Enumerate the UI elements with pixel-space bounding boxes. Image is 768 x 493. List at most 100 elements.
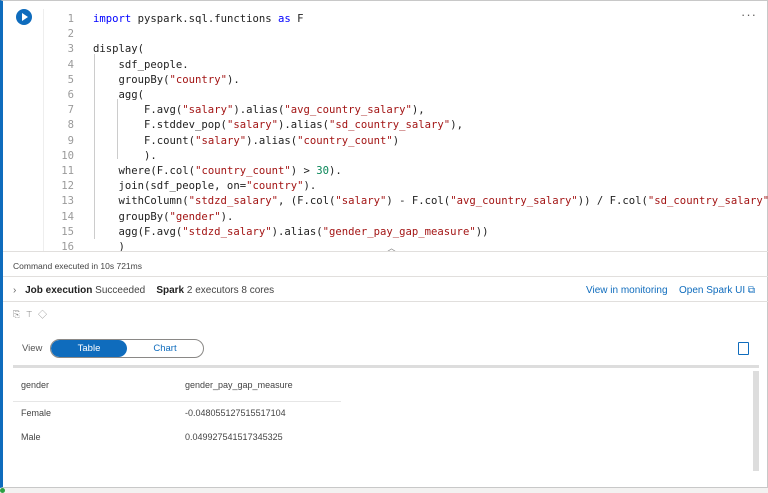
collapse-chevron-icon[interactable]: ︿ bbox=[387, 241, 396, 254]
tab-table[interactable]: Table bbox=[51, 340, 127, 357]
line-number: 6 bbox=[67, 89, 74, 101]
code-token: ). bbox=[93, 149, 157, 162]
table-cell: Male bbox=[21, 432, 41, 442]
line-number: 16 bbox=[61, 241, 74, 253]
line-number: 7 bbox=[67, 104, 74, 117]
code-token: ).alias( bbox=[271, 225, 323, 238]
open-spark-ui-link[interactable]: Open Spark UI ⧉ bbox=[679, 285, 755, 296]
table-settings-icon[interactable] bbox=[738, 342, 749, 355]
filter-icon[interactable]: ⊤ bbox=[26, 309, 38, 319]
code-token: join(sdf_people, on= bbox=[93, 180, 247, 193]
code-line: 11 where(F.col("country_count") > 30). bbox=[44, 164, 342, 179]
code-token: F.count( bbox=[93, 134, 196, 147]
copy-icon[interactable]: ⎘ bbox=[13, 309, 26, 319]
line-number: 2 bbox=[67, 28, 74, 41]
code-token: ), bbox=[450, 119, 463, 132]
code-token: ). bbox=[226, 73, 240, 86]
column-header-gender[interactable]: gender bbox=[21, 380, 49, 390]
expand-chevron-icon[interactable]: › bbox=[13, 285, 16, 296]
code-token: display( bbox=[93, 43, 145, 56]
code-token: ). bbox=[303, 180, 317, 193]
run-cell-button[interactable] bbox=[16, 9, 32, 25]
view-label: View bbox=[22, 343, 43, 354]
line-number: 15 bbox=[61, 225, 74, 238]
code-token: agg(F.avg( bbox=[93, 225, 183, 238]
code-line: 7 F.avg("salary").alias("avg_country_sal… bbox=[44, 103, 425, 118]
table-top-border bbox=[13, 365, 759, 368]
column-header-gender-pay-gap-measure[interactable]: gender_pay_gap_measure bbox=[185, 380, 293, 390]
divider bbox=[3, 301, 768, 302]
job-execution-label: Job execution bbox=[25, 285, 93, 296]
line-number: 12 bbox=[61, 180, 74, 193]
table-scrollbar[interactable] bbox=[753, 371, 759, 471]
code-token: "sd_country_salary" bbox=[329, 119, 451, 132]
code-line: 13 withColumn("stdzd_salary", (F.col("sa… bbox=[44, 194, 768, 209]
code-token: ).alias( bbox=[277, 119, 329, 132]
code-token: agg( bbox=[93, 89, 145, 101]
code-line: 10 ). bbox=[44, 149, 157, 164]
notebook-cell: ··· 1 import pyspark.sql.functions as F23… bbox=[0, 0, 768, 488]
code-token: "gender_pay_gap_measure" bbox=[322, 225, 476, 238]
job-execution-row[interactable]: › Job execution Succeeded Spark 2 execut… bbox=[13, 285, 274, 296]
code-line: 1 import pyspark.sql.functions as F bbox=[44, 12, 304, 27]
line-number: 3 bbox=[67, 43, 74, 56]
code-token: )) / F.col( bbox=[577, 195, 648, 208]
code-token: "country_count" bbox=[297, 134, 393, 147]
code-token: F.stddev_pop( bbox=[93, 119, 227, 132]
output-toolbar: ⎘⊤◇ bbox=[13, 309, 53, 320]
code-token: F.avg( bbox=[93, 104, 183, 117]
code-line: 12 join(sdf_people, on="country"). bbox=[44, 179, 316, 194]
table-cell: -0.048055127515517104 bbox=[185, 408, 286, 418]
code-token: F bbox=[290, 13, 304, 25]
line-number: 9 bbox=[67, 134, 74, 147]
spark-label: Spark bbox=[156, 285, 185, 296]
code-line: 2 bbox=[44, 27, 93, 42]
code-line: 4 sdf_people. bbox=[44, 58, 189, 73]
status-dot-icon bbox=[0, 488, 5, 493]
tab-chart[interactable]: Chart bbox=[127, 340, 203, 357]
execution-status: Command executed in 10s 721ms bbox=[13, 261, 142, 271]
divider bbox=[3, 276, 768, 277]
code-token: "salary" bbox=[226, 119, 278, 132]
line-number: 14 bbox=[61, 210, 74, 223]
table-cell: Female bbox=[21, 408, 52, 418]
code-editor[interactable]: 1 import pyspark.sql.functions as F 2 3 disp… bbox=[43, 9, 768, 253]
code-token: "salary" bbox=[195, 134, 247, 147]
code-token: , (F.col( bbox=[277, 195, 336, 208]
code-token: "stdzd_salary" bbox=[182, 225, 272, 238]
code-token: "avg_country_salary" bbox=[450, 195, 578, 208]
clear-icon[interactable]: ◇ bbox=[38, 309, 53, 319]
divider bbox=[3, 251, 768, 252]
code-token: as bbox=[277, 13, 291, 25]
code-token: "country" bbox=[169, 73, 227, 86]
code-token: "salary" bbox=[335, 195, 387, 208]
code-token: ).alias( bbox=[233, 104, 285, 117]
code-token: 30 bbox=[316, 165, 330, 177]
code-line: 9 F.count("salary").alias("country_count… bbox=[44, 134, 400, 149]
job-state: Succeeded bbox=[95, 285, 146, 296]
code-line: 15 agg(F.avg("stdzd_salary").alias("gend… bbox=[44, 225, 488, 240]
code-token: "country" bbox=[246, 180, 304, 193]
table-cell: 0.049927541517345325 bbox=[185, 432, 283, 442]
code-line: 14 groupBy("gender"). bbox=[44, 210, 233, 225]
code-token: ) > bbox=[290, 165, 317, 177]
code-token: import bbox=[93, 13, 132, 25]
code-token: "avg_country_salary" bbox=[284, 104, 412, 117]
line-number: 10 bbox=[61, 149, 74, 162]
code-token: ) bbox=[392, 134, 400, 147]
view-toggle[interactable]: Table Chart bbox=[50, 339, 204, 358]
view-in-monitoring-link[interactable]: View in monitoring bbox=[586, 285, 668, 296]
code-token: "stdzd_salary" bbox=[188, 195, 278, 208]
code-token: sdf_people. bbox=[93, 58, 189, 71]
code-line: 6 agg( bbox=[44, 88, 144, 103]
line-number: 8 bbox=[67, 119, 74, 132]
spark-info: 2 executors 8 cores bbox=[186, 285, 275, 296]
code-token: "sd_country_salary" bbox=[647, 195, 768, 208]
code-token: "salary" bbox=[182, 104, 234, 117]
status-bar bbox=[0, 488, 768, 493]
line-number: 4 bbox=[67, 58, 74, 71]
code-line: 8 F.stddev_pop("salary").alias("sd_count… bbox=[44, 118, 463, 133]
code-token: ), bbox=[411, 104, 425, 117]
code-token: "country_count" bbox=[195, 165, 291, 177]
code-line: 5 groupBy("country"). bbox=[44, 73, 240, 88]
